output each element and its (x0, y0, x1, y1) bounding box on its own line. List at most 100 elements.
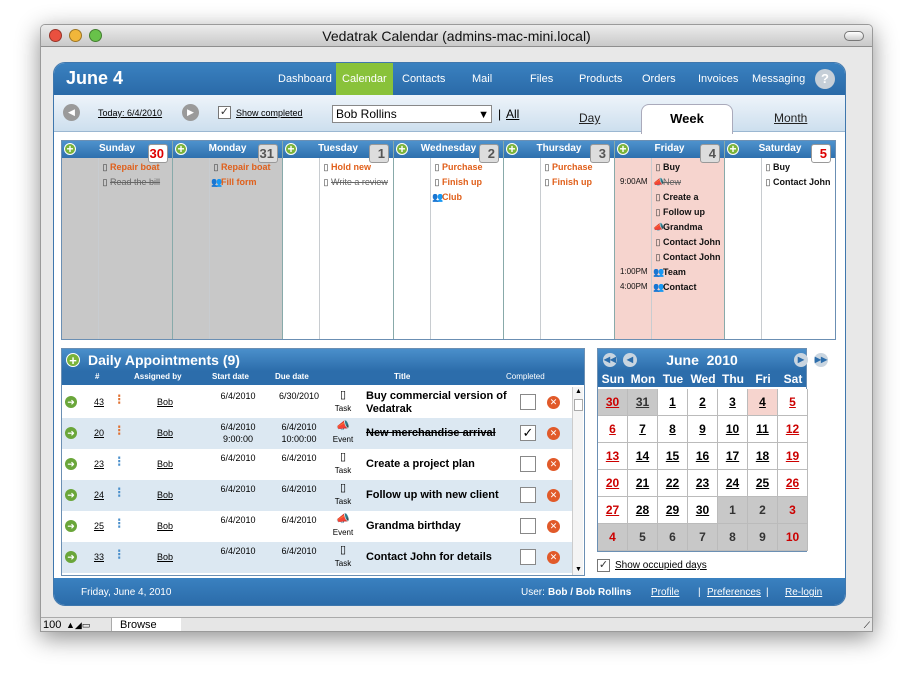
mini-day-cell[interactable]: 27 (598, 497, 628, 524)
profile-link[interactable]: Profile (651, 578, 679, 605)
open-arrow-icon[interactable]: ➜ (65, 520, 77, 532)
add-appointment-icon[interactable]: + (66, 353, 80, 367)
completed-checkbox[interactable] (520, 549, 536, 565)
appointment-title[interactable]: Contact John for details (366, 551, 516, 564)
tab-day[interactable]: Day (579, 111, 600, 125)
appointment-number[interactable]: 24 (90, 489, 108, 501)
nav-contacts[interactable]: Contacts (396, 63, 451, 95)
mini-day-cell[interactable]: 10 (778, 524, 808, 551)
appointment-title[interactable]: New merchandise arrival (366, 427, 516, 440)
resize-grip-icon[interactable]: ⟋ (864, 618, 870, 631)
appointment-number[interactable]: 25 (90, 520, 108, 532)
delete-icon[interactable]: ✕ (547, 458, 560, 471)
calendar-event[interactable]: ▯ Contact John (763, 175, 831, 189)
zoom-level[interactable]: 100 (43, 618, 61, 631)
completed-checkbox[interactable] (520, 394, 536, 410)
mini-day-cell[interactable]: 29 (658, 497, 688, 524)
calendar-event[interactable]: ▯ Contact John (653, 235, 721, 249)
appointment-number[interactable]: 43 (90, 396, 108, 408)
mini-day-cell[interactable]: 16 (688, 443, 718, 470)
calendar-event[interactable]: ▯ Hold new (321, 160, 371, 174)
day-column-sunday[interactable]: + Sunday 30 ▯ Repair boat ▯ Read the bill (62, 141, 173, 339)
day-column-saturday[interactable]: + Saturday 5 ▯ Buy ▯ Contact John (725, 141, 835, 339)
assigned-by[interactable]: Bob (150, 551, 180, 563)
completed-checkbox[interactable] (520, 487, 536, 503)
open-arrow-icon[interactable]: ➜ (65, 396, 77, 408)
delete-icon[interactable]: ✕ (547, 396, 560, 409)
add-event-icon[interactable]: + (727, 143, 739, 155)
browse-mode[interactable]: Browse (111, 618, 181, 631)
calendar-event[interactable]: ▯ Repair boat (100, 160, 160, 174)
assigned-by[interactable]: Bob (150, 458, 180, 470)
scrollbar[interactable]: ▲ ▼ (572, 387, 583, 575)
today-link[interactable]: Today: 6/4/2010 (98, 108, 162, 118)
table-row[interactable]: ➜ 24 ⁝ Bob 6/4/2010 6/4/2010 ▯ Task Follow up wi… (62, 480, 574, 511)
mini-day-cell[interactable]: 7 (688, 524, 718, 551)
tab-week[interactable]: Week (641, 104, 733, 134)
calendar-event[interactable]: 👥Club (432, 190, 462, 204)
mini-day-cell[interactable]: 6 (658, 524, 688, 551)
calendar-event[interactable]: 📣Grandma (653, 220, 703, 234)
mini-day-cell[interactable]: 8 (718, 524, 748, 551)
completed-checkbox[interactable] (520, 518, 536, 534)
show-completed-checkbox[interactable]: ✓ (218, 106, 231, 119)
layout-mode-icon[interactable]: ▲◢▭ (66, 618, 90, 631)
appointment-title[interactable]: Follow up with new client (366, 489, 516, 502)
calendar-event[interactable]: ▯ Create a (653, 190, 699, 204)
toolbar-toggle-icon[interactable] (844, 31, 864, 41)
table-row[interactable]: ➜ 33 ⁝ Bob 6/4/2010 6/4/2010 ▯ Task Contact John… (62, 542, 574, 573)
mini-day-cell[interactable]: 14 (628, 443, 658, 470)
add-event-icon[interactable]: + (617, 143, 629, 155)
calendar-event[interactable]: ▯ Follow up (653, 205, 705, 219)
mini-day-cell[interactable]: 25 (748, 470, 778, 497)
mini-day-cell[interactable]: 13 (598, 443, 628, 470)
assigned-by[interactable]: Bob (150, 427, 180, 439)
add-event-icon[interactable]: + (175, 143, 187, 155)
day-column-thursday[interactable]: + Thursday 3 ▯ Purchase ▯ Finish up (504, 141, 615, 339)
nav-files[interactable]: Files (524, 63, 559, 95)
calendar-event[interactable]: ▯ Buy (653, 160, 681, 174)
zoom-window-icon[interactable] (89, 29, 102, 42)
show-occupied-checkbox[interactable]: ✓ (597, 559, 610, 572)
day-column-tuesday[interactable]: + Tuesday 1 ▯ Hold new ▯ Write a review (283, 141, 394, 339)
preferences-link[interactable]: Preferences (707, 578, 761, 605)
scroll-up-icon[interactable]: ▲ (574, 387, 583, 397)
nav-dashboard[interactable]: Dashboard (272, 63, 338, 95)
mini-day-cell[interactable]: 11 (748, 416, 778, 443)
delete-icon[interactable]: ✕ (547, 520, 560, 533)
appointment-title[interactable]: Buy commercial version of Vedatrak (366, 390, 516, 416)
mini-day-cell[interactable]: 26 (778, 470, 808, 497)
day-column-monday[interactable]: + Monday 31 ▯ Repair boat 👥Fill form (173, 141, 283, 339)
table-row[interactable]: ➜ 43 ⁝ Bob 6/4/2010 6/30/2010 ▯ Task Buy commerc… (62, 387, 574, 418)
mini-day-cell[interactable]: 18 (748, 443, 778, 470)
mini-day-cell[interactable]: 7 (628, 416, 658, 443)
mini-day-cell[interactable]: 5 (628, 524, 658, 551)
prev-month-icon[interactable]: ◀ (623, 353, 637, 367)
nav-calendar[interactable]: Calendar (336, 63, 393, 95)
mini-day-cell[interactable]: 4 (748, 389, 778, 416)
assigned-by[interactable]: Bob (150, 396, 180, 408)
completed-checkbox[interactable] (520, 456, 536, 472)
day-number[interactable]: 3 (590, 144, 610, 163)
calendar-event[interactable]: 📣New (653, 175, 681, 189)
mini-day-cell[interactable]: 9 (688, 416, 718, 443)
mini-day-cell[interactable]: 9 (748, 524, 778, 551)
minimize-window-icon[interactable] (69, 29, 82, 42)
user-select[interactable]: Bob Rollins ▼ (332, 105, 492, 123)
table-row[interactable]: ➜ 25 ⁝ Bob 6/4/2010 6/4/2010 📣 Event Grandma bir… (62, 511, 574, 542)
appointment-number[interactable]: 23 (90, 458, 108, 470)
mini-day-cell[interactable]: 15 (658, 443, 688, 470)
calendar-event[interactable]: ▯ Finish up (432, 175, 482, 189)
assigned-by[interactable]: Bob (150, 520, 180, 532)
nav-orders[interactable]: Orders (636, 63, 682, 95)
mini-day-cell[interactable]: 4 (598, 524, 628, 551)
mini-day-cell[interactable]: 20 (598, 470, 628, 497)
scroll-down-icon[interactable]: ▼ (574, 565, 583, 575)
day-number[interactable]: 4 (700, 144, 720, 163)
mini-day-cell[interactable]: 3 (778, 497, 808, 524)
assigned-by[interactable]: Bob (150, 489, 180, 501)
calendar-event[interactable]: ▯ Purchase (542, 160, 593, 174)
prev-arrow-icon[interactable]: ◀ (63, 104, 80, 121)
all-link[interactable]: All (506, 107, 519, 121)
calendar-event[interactable]: 👥Team (653, 265, 686, 279)
